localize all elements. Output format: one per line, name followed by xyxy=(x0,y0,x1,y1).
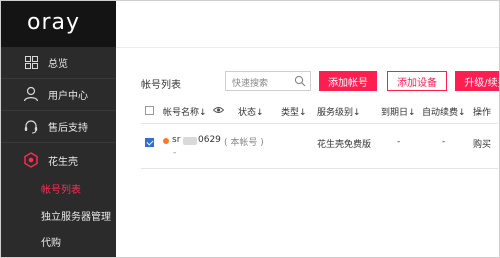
headset-icon xyxy=(22,117,40,135)
column-header-expiry[interactable]: 到期日↓ xyxy=(381,105,416,118)
sidebar: oray 总览 用户中心 售后支持 花生壳 帐号列表 独立服务器管理 代购 xyxy=(1,1,116,257)
sidebar-item-label: 总览 xyxy=(48,58,68,70)
search-input[interactable]: 快速搜索 xyxy=(225,71,311,91)
app-window: oray 总览 用户中心 售后支持 花生壳 帐号列表 独立服务器管理 代购 帐号… xyxy=(0,0,500,258)
user-icon xyxy=(22,85,40,103)
logo[interactable]: oray xyxy=(1,1,116,47)
main-content: 帐号列表 快速搜索 添加帐号 添加设备 升级/续费 帐号名称↓ 状态↓ 类型↓ xyxy=(116,1,499,257)
sidebar-item-support[interactable]: 售后支持 xyxy=(1,111,116,141)
table-row[interactable]: sr 0629 ( 本帐号 ) - 花生壳免费版 - - 购买 xyxy=(141,124,498,169)
column-header-service-level[interactable]: 服务级别↓ xyxy=(317,105,361,118)
add-account-button[interactable]: 添加帐号 xyxy=(319,71,377,91)
account-name-prefix: sr xyxy=(172,135,181,145)
sidebar-subitem-label: 帐号列表 xyxy=(41,184,81,196)
sidebar-item-overview[interactable]: 总览 xyxy=(1,47,116,77)
select-all-checkbox[interactable] xyxy=(145,106,154,115)
sidebar-subitem-dedicated-server[interactable]: 独立服务器管理 xyxy=(1,203,116,227)
sidebar-subitem-account-list[interactable]: 帐号列表 xyxy=(1,176,116,200)
status-dot xyxy=(163,138,169,144)
toolbar: 帐号列表 快速搜索 添加帐号 添加设备 升级/续费 xyxy=(141,71,499,93)
account-note: ( 本帐号 ) xyxy=(224,138,264,148)
account-name-suffix: 0629 xyxy=(198,135,221,145)
column-header-action: 操作 xyxy=(473,108,492,118)
sidebar-item-label: 售后支持 xyxy=(48,122,88,134)
upgrade-renew-button[interactable]: 升级/续费 xyxy=(455,71,499,91)
sidebar-subitem-proxy-purchase[interactable]: 代购 xyxy=(1,229,116,253)
redacted-text xyxy=(183,137,197,145)
peanut-icon xyxy=(22,151,40,169)
logo-text: oray xyxy=(27,10,81,35)
column-header-status[interactable]: 状态↓ xyxy=(238,105,264,118)
sidebar-subitem-label: 代购 xyxy=(41,237,61,249)
sidebar-item-user-center[interactable]: 用户中心 xyxy=(1,79,116,109)
sidebar-item-label: 花生壳 xyxy=(48,156,78,168)
auto-renew-cell: - xyxy=(442,137,446,147)
column-header-type[interactable]: 类型↓ xyxy=(281,105,307,118)
divider xyxy=(1,142,116,143)
grid-icon xyxy=(22,53,40,71)
buy-link[interactable]: 购买 xyxy=(473,137,491,150)
row-checkbox[interactable] xyxy=(145,138,154,147)
expiry-cell: - xyxy=(397,137,401,147)
eye-icon[interactable] xyxy=(213,106,224,114)
service-level-cell: 花生壳免费版 xyxy=(317,140,372,150)
page-title: 帐号列表 xyxy=(141,80,181,91)
search-icon[interactable] xyxy=(294,75,306,87)
table-header: 帐号名称↓ 状态↓ 类型↓ 服务级别↓ 到期日↓ 自动续费↓ 操作 xyxy=(141,99,498,124)
column-header-auto-renew[interactable]: 自动续费↓ xyxy=(422,105,466,118)
sidebar-subitem-label: 独立服务器管理 xyxy=(41,211,111,223)
add-device-button[interactable]: 添加设备 xyxy=(387,71,447,91)
search-placeholder: 快速搜索 xyxy=(232,79,269,89)
sidebar-item-label: 用户中心 xyxy=(48,90,88,102)
top-bar xyxy=(116,1,499,48)
column-header-account[interactable]: 帐号名称↓ xyxy=(163,105,207,118)
sidebar-item-peanut-shell[interactable]: 花生壳 xyxy=(1,145,116,175)
account-sub-text: - xyxy=(173,148,177,158)
